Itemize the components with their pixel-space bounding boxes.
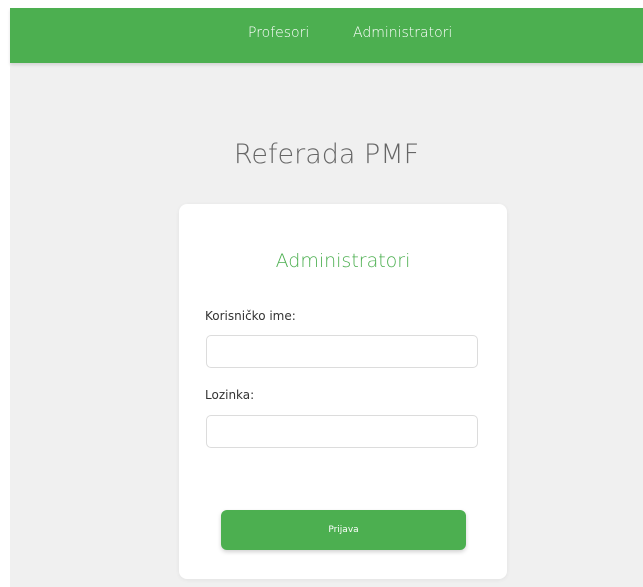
username-input[interactable]: [206, 335, 478, 368]
nav-link-administrators[interactable]: Administratori: [353, 25, 452, 41]
password-label: Lozinka:: [205, 388, 255, 402]
login-submit-button[interactable]: Prijava: [221, 510, 466, 550]
nav-link-professors[interactable]: Profesori: [248, 25, 309, 41]
top-navigation-bar: Profesori Administratori: [10, 8, 643, 63]
login-form-card: Administratori Korisničko ime: Lozinka: …: [179, 204, 507, 579]
username-label: Korisničko ime:: [205, 309, 296, 323]
login-form-title: Administratori: [275, 250, 411, 272]
page-title: Referada PMF: [233, 139, 420, 170]
page-background: Profesori Administratori Referada PMF Ad…: [10, 8, 643, 587]
password-input[interactable]: [206, 415, 478, 448]
